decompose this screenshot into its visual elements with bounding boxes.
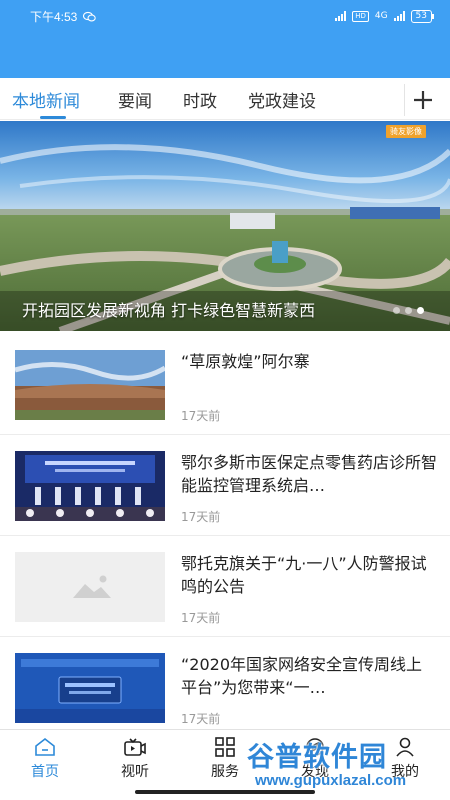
watermark-title: 谷普软件园 (247, 742, 387, 773)
home-indicator[interactable] (135, 790, 315, 794)
app-header: 下午4:53 HD 4G 53 (0, 0, 450, 78)
tab-politics[interactable]: 时政 (183, 87, 217, 112)
hd-badge: HD (352, 10, 369, 22)
tab-local-news[interactable]: 本地新闻 (12, 87, 80, 112)
news-item[interactable]: “草原敦煌”阿尔寨 17天前 (0, 334, 450, 435)
site-watermark: 谷普软件园 www.gupuxlazal.com (247, 735, 450, 793)
status-right: HD 4G 53 (335, 9, 435, 23)
news-thumbnail (15, 451, 165, 521)
news-title: “2020年国家网络安全宣传周线上平台”为您带来“一… (181, 655, 423, 697)
nav-services[interactable]: 服务 (195, 736, 255, 781)
category-tabs: 本地新闻 要闻 时政 党政建设 (0, 78, 450, 120)
carousel-dot[interactable] (393, 307, 400, 314)
watermark-url: www.gupuxlazal.com (255, 772, 407, 789)
desert-landscape-photo (15, 350, 165, 420)
cybersecurity-poster (15, 653, 165, 723)
image-placeholder-icon (15, 552, 165, 622)
video-icon (124, 738, 146, 756)
news-time: 17天前 (181, 712, 221, 726)
nav-label: 服务 (211, 764, 239, 780)
banner-carousel[interactable]: 骑友影像 开拓园区发展新视角 打卡绿色智慧新蒙西 (0, 121, 450, 331)
news-thumbnail (15, 350, 165, 420)
carousel-dot[interactable] (405, 307, 412, 314)
nav-label: 视听 (121, 764, 149, 780)
news-time: 17天前 (181, 510, 221, 524)
home-icon (35, 737, 55, 756)
news-thumbnail (15, 552, 165, 622)
tab-party-building[interactable]: 党政建设 (248, 87, 316, 112)
news-title: “草原敦煌”阿尔寨 (181, 352, 310, 371)
plus-icon (413, 91, 432, 109)
news-item[interactable]: 鄂尔多斯市医保定点零售药店诊所智能监控管理系统启… 17天前 (0, 435, 450, 536)
tab-headlines[interactable]: 要闻 (118, 87, 152, 112)
active-tab-indicator (40, 116, 66, 119)
news-title: 鄂尔多斯市医保定点零售药店诊所智能监控管理系统启… (181, 453, 437, 495)
wechat-notification-icon (83, 11, 97, 21)
news-time: 17天前 (181, 611, 221, 625)
grid-icon (215, 737, 235, 757)
news-item[interactable]: “2020年国家网络安全宣传周线上平台”为您带来“一… 17天前 (0, 637, 450, 738)
news-title: 鄂托克旗关于“九·一八”人防警报试鸣的公告 (181, 554, 427, 596)
network-type: 4G (374, 11, 388, 21)
nav-label: 首页 (31, 764, 59, 780)
carousel-dot-active[interactable] (417, 307, 424, 314)
banner-caption: 开拓园区发展新视角 打卡绿色智慧新蒙西 (22, 301, 316, 320)
nav-video[interactable]: 视听 (105, 736, 165, 781)
battery-indicator: 53 (410, 9, 435, 23)
conference-stage-photo (15, 451, 165, 521)
news-time: 17天前 (181, 409, 221, 423)
signal-icon (335, 11, 347, 21)
add-channel-button[interactable] (404, 84, 440, 116)
carousel-dots (393, 307, 424, 314)
news-item[interactable]: 鄂托克旗关于“九·一八”人防警报试鸣的公告 17天前 (0, 536, 450, 637)
banner-badge: 骑友影像 (386, 125, 426, 138)
status-bar: 下午4:53 HD 4G 53 (0, 0, 450, 32)
status-time: 下午4:53 (30, 9, 78, 24)
nav-home[interactable]: 首页 (15, 736, 75, 781)
status-left: 下午4:53 (30, 8, 97, 25)
signal-icon-2 (393, 11, 405, 21)
news-thumbnail (15, 653, 165, 723)
